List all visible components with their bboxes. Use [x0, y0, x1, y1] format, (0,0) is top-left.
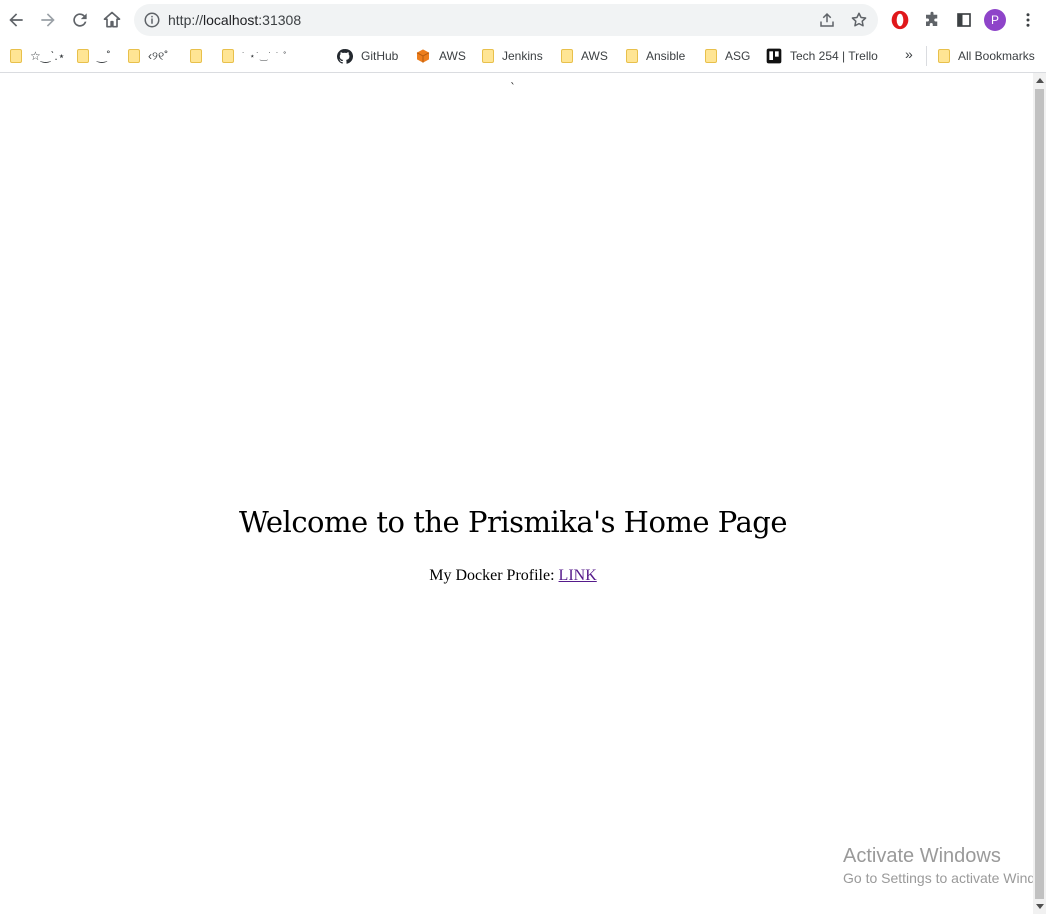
scroll-down-arrow-icon[interactable]	[1036, 904, 1044, 909]
bookmark-item[interactable]: ☆‿ˋ.⋆	[10, 46, 65, 66]
activate-windows-title: Activate Windows	[843, 845, 1001, 867]
bookmarks-overflow-button[interactable]: »	[905, 46, 913, 62]
site-info-icon[interactable]	[143, 11, 161, 29]
back-arrow-icon	[9, 13, 23, 27]
folder-icon	[222, 49, 234, 63]
reload-icon	[73, 13, 87, 27]
docker-profile-line: My Docker Profile: LINK	[0, 567, 1026, 585]
folder-icon	[626, 49, 638, 63]
bookmark-aws[interactable]: AWS	[415, 46, 466, 66]
bookmark-label: ☆‿ˋ.⋆	[30, 49, 66, 63]
folder-icon	[10, 49, 22, 63]
bookmark-item[interactable]	[190, 46, 210, 66]
bookmark-label: GitHub	[361, 49, 399, 63]
bookmark-label: ‿˚	[97, 49, 111, 63]
share-button[interactable]	[817, 10, 837, 30]
profile-label: My Docker Profile:	[429, 567, 559, 584]
bookmark-label: ˙ ⋆˙‿˙ ˙ ˚	[242, 50, 288, 61]
bookmarks-bar: ☆‿ˋ.⋆ ‿˚ ‹୨୧˚ ˙ ⋆˙‿˙ ˙ ˚ GitHub AWS Jenk…	[0, 40, 1046, 73]
trello-icon	[766, 48, 782, 64]
bookmark-label: Ansible	[646, 49, 686, 63]
scroll-thumb[interactable]	[1035, 89, 1044, 899]
github-icon	[336, 48, 353, 64]
share-icon	[820, 12, 834, 27]
bookmarks-divider	[926, 46, 927, 66]
bookmark-item[interactable]: ‹୨୧˚	[128, 46, 168, 66]
bookmark-label: All Bookmarks	[958, 49, 1035, 63]
home-button[interactable]	[98, 6, 126, 34]
scroll-up-arrow-icon[interactable]	[1036, 78, 1044, 83]
folder-icon	[482, 49, 494, 63]
url-port: :31308	[258, 12, 302, 28]
folder-icon	[705, 49, 717, 63]
url-text[interactable]: http://localhost:31308	[168, 12, 301, 28]
page-scrollbar[interactable]	[1033, 73, 1046, 914]
address-bar[interactable]: http://localhost:31308	[134, 4, 878, 36]
url-scheme: http://	[168, 12, 204, 28]
docker-profile-link[interactable]: LINK	[559, 567, 597, 584]
page-content: ` Welcome to the Prismika's Home Page My…	[0, 73, 1033, 914]
side-panel-icon	[957, 13, 971, 27]
home-icon	[103, 11, 121, 28]
folder-icon	[561, 49, 573, 63]
opera-extension-button[interactable]	[889, 9, 911, 31]
bookmark-github[interactable]: GitHub	[336, 46, 398, 66]
bookmark-item[interactable]: Jenkins	[482, 46, 543, 66]
bookmark-item[interactable]: Ansible	[626, 46, 685, 66]
bookmark-item[interactable]: ‿˚	[77, 46, 111, 66]
page-title: Welcome to the Prismika's Home Page	[238, 505, 788, 539]
browser-toolbar: http://localhost:31308 P	[0, 0, 1046, 40]
bookmark-label: ASG	[725, 49, 751, 63]
bookmark-label: Tech 254 | Trello	[790, 49, 878, 63]
folder-icon	[128, 49, 140, 63]
reload-button[interactable]	[66, 6, 94, 34]
opera-icon	[891, 10, 909, 30]
bookmark-item[interactable]: AWS	[561, 46, 608, 66]
bookmark-label: AWS	[439, 49, 466, 63]
folder-icon	[938, 49, 950, 63]
aws-cube-icon	[416, 49, 430, 63]
url-host: localhost	[203, 12, 259, 28]
extensions-button[interactable]	[921, 9, 943, 31]
forward-arrow-icon	[41, 13, 55, 27]
bookmark-trello[interactable]: Tech 254 | Trello	[766, 46, 878, 66]
folder-icon	[77, 49, 89, 63]
puzzle-icon	[926, 11, 938, 26]
bookmark-item[interactable]: ˙ ⋆˙‿˙ ˙ ˚	[222, 46, 287, 66]
bookmark-item[interactable]: ASG	[705, 46, 750, 66]
side-panel-button[interactable]	[953, 9, 975, 31]
forward-button[interactable]	[34, 6, 62, 34]
bookmark-label: ‹୨୧˚	[148, 48, 169, 63]
bookmark-label: Jenkins	[502, 49, 543, 63]
bookmark-star-button[interactable]	[849, 10, 869, 30]
folder-icon	[190, 49, 202, 63]
kebab-menu-icon	[1026, 13, 1030, 27]
profile-avatar[interactable]: P	[984, 9, 1006, 31]
back-button[interactable]	[2, 6, 30, 34]
all-bookmarks-button[interactable]: All Bookmarks	[938, 46, 1035, 66]
menu-button[interactable]	[1017, 9, 1039, 31]
stray-character: `	[510, 81, 516, 95]
activate-windows-subtitle: Go to Settings to activate Windows.	[843, 870, 1033, 886]
star-icon	[851, 12, 867, 27]
bookmark-label: AWS	[581, 49, 608, 63]
